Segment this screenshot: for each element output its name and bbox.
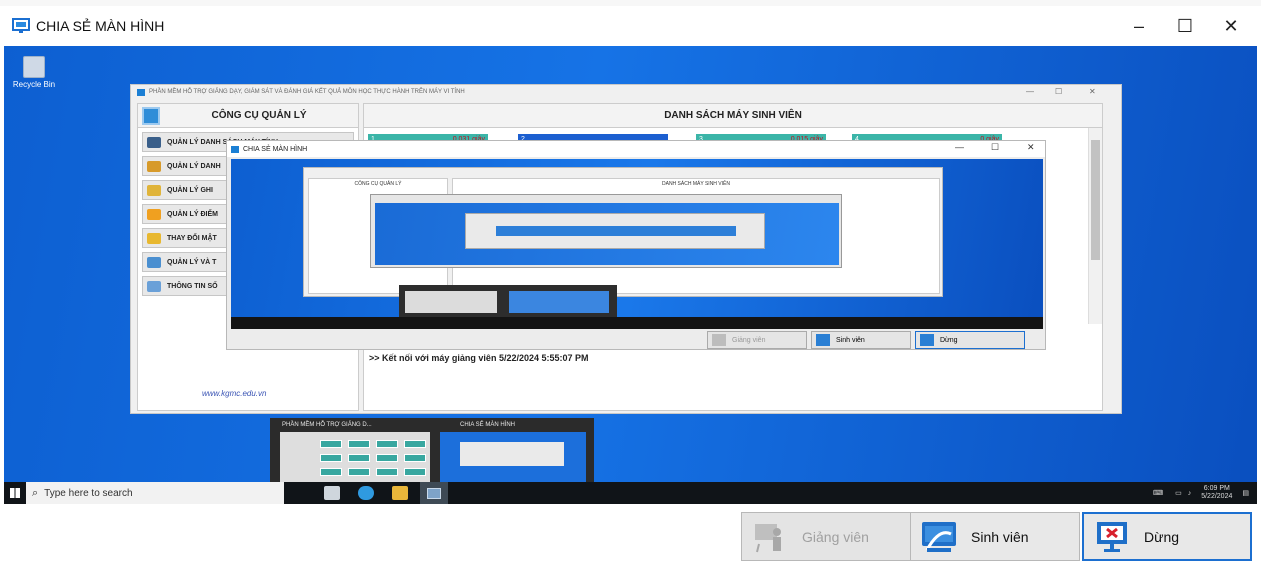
recursive-share-window (370, 194, 842, 268)
nested-student-button: Sinh viên (811, 331, 911, 349)
tray-volume-icon: ♪ (1187, 489, 1192, 497)
preview-share-label: CHIA SẺ MÀN HÌNH (460, 422, 516, 428)
shared-screen-view: Recycle Bin PHẦN MỀM HỖ TRỢ GIẢNG DẠY, G… (4, 46, 1257, 504)
student-machine-header: DANH SÁCH MÁY SINH VIÊN (364, 104, 1102, 128)
nested-app-window: CÔNG CỤ QUẢN LÝ DANH SÁCH MÁY SINH VIÊN (303, 167, 943, 297)
app-icon (137, 89, 145, 96)
windows-taskbar: ⌕ Type here to search ⌨ ▭ ♪ 6:09 PM 5/22… (4, 482, 1257, 504)
menu-item-icon (147, 136, 161, 148)
menu-item-label: QUẢN LÝ ĐIỂM (167, 210, 218, 218)
app-maximize: ☐ (1055, 87, 1063, 96)
recycle-bin-icon (23, 56, 45, 78)
app-minimize: — (1026, 87, 1034, 96)
nested-title: CHIA SẺ MÀN HÌNH (243, 145, 308, 153)
menu-item-icon (147, 184, 161, 196)
menu-item-label: QUẢN LÝ DANH (167, 162, 221, 170)
app-close: ✕ (1089, 87, 1096, 96)
menu-item-label: QUẢN LÝ VÀ T (167, 258, 217, 266)
recycle-bin: Recycle Bin (10, 56, 58, 89)
task-view-icon (324, 486, 340, 500)
preview-app-thumb (280, 432, 430, 482)
tray-date: 5/22/2024 (1201, 493, 1233, 500)
menu-item-label: THÔNG TIN SỐ (167, 282, 218, 290)
nested-teacher-button: Giảng viên (707, 331, 807, 349)
nested-close: ✕ (1027, 142, 1035, 152)
tray-time: 6:09 PM (1203, 485, 1230, 492)
nested-screen: CÔNG CỤ QUẢN LÝ DANH SÁCH MÁY SINH VIÊN (231, 159, 1043, 329)
website-link: www.kgmc.edu.vn (202, 389, 267, 398)
menu-item-icon (147, 280, 161, 292)
system-tray: ⌨ ▭ ♪ 6:09 PM 5/22/2024 ▤ (1153, 482, 1249, 504)
menu-item-icon (147, 160, 161, 172)
minimize-button[interactable]: – (1116, 6, 1162, 46)
start-icon (4, 482, 26, 504)
nested-screen-share-icon (231, 145, 239, 153)
maximize-button[interactable]: ☐ (1162, 6, 1208, 46)
nested-maximize: ☐ (991, 142, 1000, 152)
screen-share-icon (12, 18, 30, 33)
preview-share-thumb (440, 432, 586, 482)
tools-icon (142, 106, 160, 125)
menu-item-icon (147, 232, 161, 244)
connection-log: >> Kết nối với máy giảng viên 5/22/2024 … (369, 353, 589, 363)
nested-titlebar: CHIA SẺ MÀN HÌNH (227, 141, 1045, 157)
student-button-label: Sinh viên (971, 528, 1029, 545)
nested-share-window: CHIA SẺ MÀN HÌNH — ☐ ✕ CÔNG CỤ QUẢN LÝ D… (226, 140, 1046, 350)
menu-item-label: QUẢN LÝ GHI (167, 186, 213, 194)
stop-button-label: Dừng (1144, 528, 1180, 545)
student-button[interactable]: Sinh viên (910, 512, 1080, 561)
teacher-button-label: Giảng viên (802, 528, 869, 545)
taskbar-app-icon (420, 482, 448, 504)
file-explorer-icon (392, 486, 408, 500)
app-titlebar: PHẦN MỀM HỖ TRỢ GIẢNG DẠY, GIÁM SÁT VÀ Đ… (131, 85, 1121, 101)
student-icon (921, 519, 957, 555)
nested-button-row: Giảng viên Sinh viên Dừng (707, 331, 1043, 349)
machine-list-scrollbar (1088, 128, 1102, 324)
nested-minimize: — (955, 142, 964, 152)
nested-taskbar (231, 317, 1043, 329)
menu-item-icon (147, 256, 161, 268)
window-titlebar: CHIA SẺ MÀN HÌNH (0, 6, 1261, 46)
tray-clock: 6:09 PM 5/22/2024 (1201, 485, 1232, 501)
menu-item-icon (147, 208, 161, 220)
tray-network-icon: ▭ (1175, 490, 1182, 497)
nested-right-header: DANH SÁCH MÁY SINH VIÊN (662, 181, 730, 187)
taskbar-preview-popup: PHẦN MỀM HỖ TRỢ GIẢNG D... CHIA SẺ MÀN H… (270, 418, 594, 486)
notification-icon: ▤ (1242, 490, 1249, 497)
nested-stop-button: Dừng (915, 331, 1025, 349)
search-icon: ⌕ (32, 486, 39, 499)
stop-button[interactable]: Dừng (1082, 512, 1252, 561)
stop-icon (1094, 519, 1130, 555)
close-button[interactable]: ✕ (1208, 6, 1254, 46)
teacher-icon (752, 519, 788, 555)
management-tools-title: CÔNG CỤ QUẢN LÝ (211, 110, 307, 121)
nested-left-header: CÔNG CỤ QUẢN LÝ (354, 181, 402, 187)
taskbar-search-text: Type here to search (44, 487, 133, 499)
edge-browser-icon (358, 486, 374, 500)
recycle-bin-label: Recycle Bin (12, 80, 56, 89)
preview-app-label: PHẦN MỀM HỖ TRỢ GIẢNG D... (282, 422, 372, 428)
taskbar-search: ⌕ Type here to search (26, 482, 284, 504)
app-title: PHẦN MỀM HỖ TRỢ GIẢNG DẠY, GIÁM SÁT VÀ Đ… (149, 89, 465, 95)
menu-item-label: THAY ĐỔI MẬT (167, 234, 217, 242)
window-title: CHIA SẺ MÀN HÌNH (36, 18, 165, 34)
management-tools-header: CÔNG CỤ QUẢN LÝ (138, 104, 358, 128)
teacher-button[interactable]: Giảng viên (741, 512, 935, 561)
nested-taskbar-preview (399, 285, 617, 317)
bottom-control-bar: Giảng viên Sinh viên Dừng (0, 504, 1261, 561)
tray-keyboard-icon: ⌨ (1152, 490, 1164, 497)
